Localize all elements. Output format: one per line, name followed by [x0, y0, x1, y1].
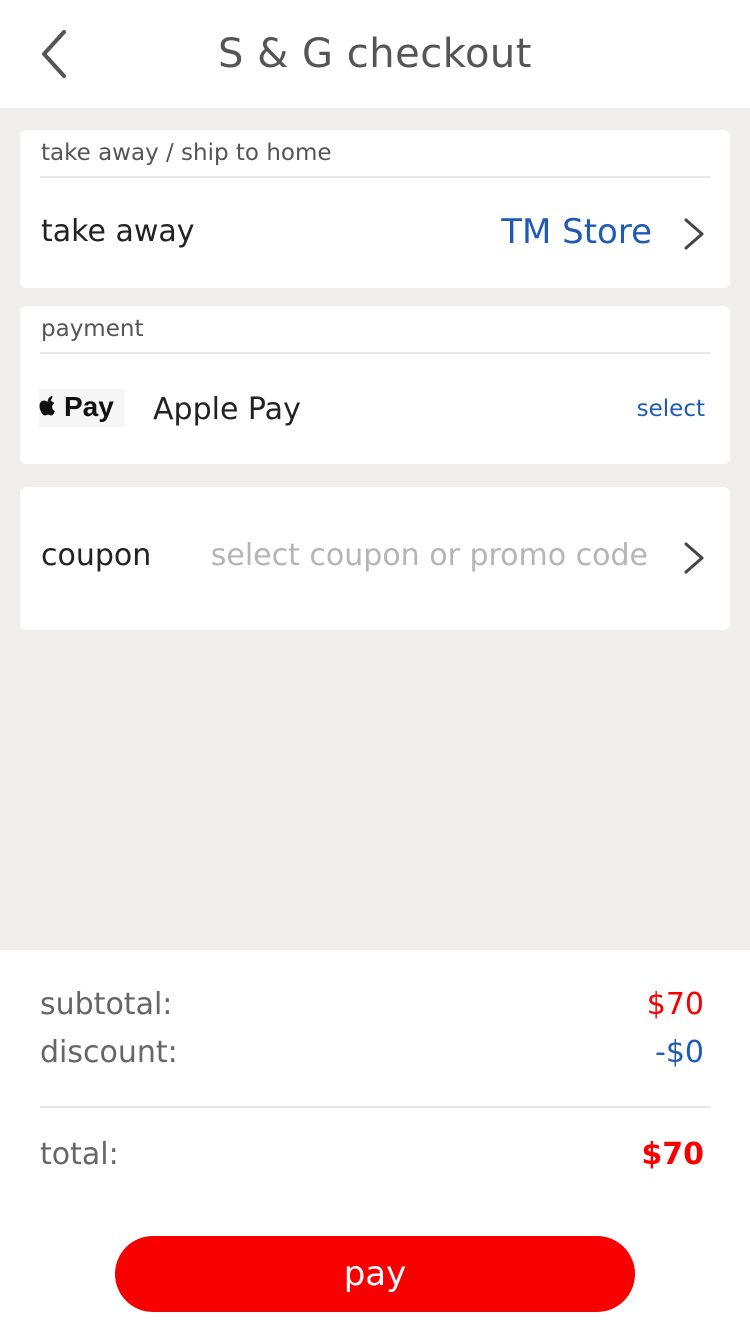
payment-card: payment Pay Apple Pay select — [20, 306, 730, 464]
navigation-bar: S & G checkout — [0, 0, 750, 108]
coupon-card[interactable]: coupon select coupon or promo code — [20, 487, 730, 630]
chevron-right-icon[interactable] — [680, 538, 708, 578]
delivery-card: take away / ship to home take away TM St… — [20, 130, 730, 288]
coupon-placeholder[interactable]: select coupon or promo code — [211, 536, 648, 576]
total-label: total: — [40, 1137, 119, 1172]
discount-label: discount: — [40, 1035, 178, 1070]
divider — [40, 1106, 710, 1108]
order-summary: subtotal: $70 discount: -$0 total: $70 p… — [0, 950, 750, 1334]
subtotal-label: subtotal: — [40, 987, 173, 1022]
apple-pay-logo-text: Pay — [64, 391, 114, 422]
payment-header: payment — [41, 316, 144, 342]
apple-icon — [39, 396, 55, 416]
delivery-header: take away / ship to home — [41, 140, 332, 166]
apple-pay-logo: Pay — [39, 389, 125, 427]
payment-method-name: Apple Pay — [153, 392, 301, 427]
divider — [40, 352, 710, 354]
divider — [40, 176, 710, 178]
checkout-content: take away / ship to home take away TM St… — [0, 108, 750, 950]
discount-value: -$0 — [655, 1035, 704, 1070]
page-title: S & G checkout — [218, 31, 532, 77]
coupon-label: coupon — [41, 538, 152, 573]
store-selector[interactable]: TM Store — [501, 210, 652, 254]
total-value: $70 — [641, 1137, 704, 1172]
chevron-right-icon[interactable] — [680, 214, 708, 254]
pay-button[interactable]: pay — [115, 1236, 635, 1312]
payment-select-link[interactable]: select — [637, 394, 705, 424]
delivery-mode-label: take away — [41, 214, 195, 249]
subtotal-value: $70 — [646, 987, 704, 1022]
